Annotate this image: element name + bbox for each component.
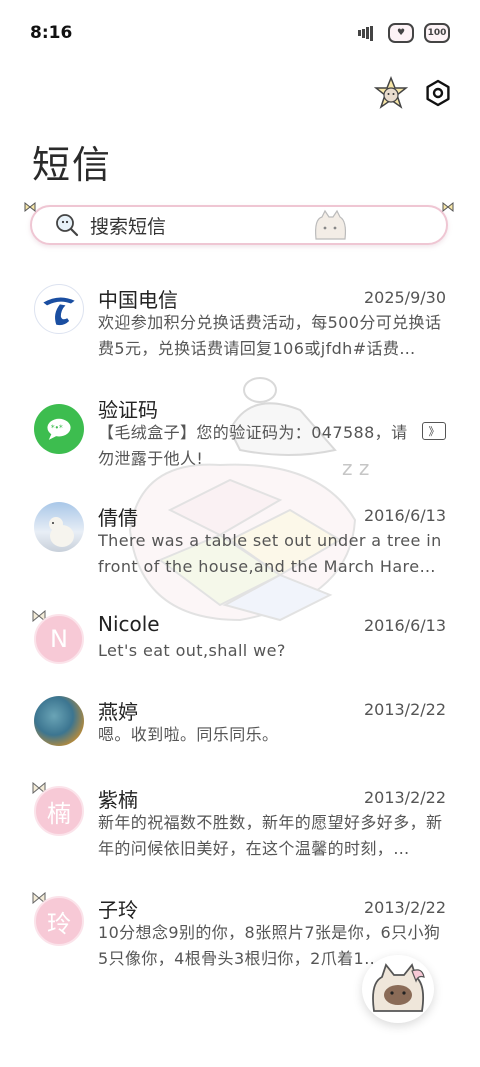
conversation-date: 2025/9/30 [363, 288, 446, 307]
conversation-item[interactable]: 楠 紫楠 2013/2/22 新年的祝福数不胜数，新年的愿望好多好多，新年的问候… [0, 772, 480, 882]
header-actions [374, 76, 452, 110]
conversation-preview: Let's eat out,shall we? [98, 641, 286, 660]
conversation-name: 紫楠 [98, 788, 138, 812]
polar-bear-avatar [34, 502, 84, 552]
conversation-preview: 新年的祝福数不胜数，新年的愿望好多好多，新年的问候依旧美好，在这个温馨的时刻，… [98, 813, 443, 858]
status-time: 8:16 [30, 23, 73, 43]
conversation-preview: 【毛绒盒子】您的验证码为：047588，请勿泄露于他人! [98, 423, 408, 468]
conversation-date: 2013/2/22 [363, 898, 446, 917]
conversation-item[interactable]: 中国电信 2025/9/30 欢迎参加积分兑换话费活动，每500分可兑换话费5元… [0, 270, 480, 380]
avatar: 楠 [34, 786, 84, 836]
search-icon [56, 214, 79, 237]
svg-text:*•*: *•* [51, 423, 63, 432]
conversation-date: 2016/6/13 [363, 506, 446, 525]
conversation-item[interactable]: *•* 验证码 》 【毛绒盒子】您的验证码为：047588，请勿泄露于他人! [0, 380, 480, 490]
avatar: 玲 [34, 896, 84, 946]
compose-button[interactable] [362, 955, 434, 1023]
conversation-date: 2016/6/13 [363, 616, 446, 635]
bow-icon [24, 201, 36, 213]
conversation-preview: 嗯。收到啦。同乐同乐。 [98, 725, 279, 744]
conversation-name: 中国电信 [98, 288, 178, 312]
conversation-preview: There was a table set out under a tree i… [98, 531, 442, 576]
landscape-avatar [34, 696, 84, 746]
conversation-preview: 欢迎参加积分兑换话费活动，每500分可兑换话费5元，兑换话费请回复106或jfd… [98, 313, 442, 358]
avatar-letter: N [50, 625, 68, 653]
conversation-item[interactable]: 燕婷 2013/2/22 嗯。收到啦。同乐同乐。 [0, 682, 480, 772]
signal-icon [354, 23, 378, 43]
heart-icon: ♥ [388, 23, 414, 43]
battery-text: 100 [427, 28, 447, 38]
conversation-name: 倩倩 [98, 506, 138, 530]
conversation-item[interactable]: 倩倩 2016/6/13 There was a table set out u… [0, 490, 480, 600]
bow-icon [442, 201, 454, 213]
china-telecom-logo-icon [34, 284, 84, 334]
cat-decoration-icon [315, 209, 347, 240]
avatar-letter: 楠 [47, 799, 71, 828]
search-placeholder: 搜索短信 [90, 215, 167, 238]
message-bubble-icon: *•* [34, 404, 84, 454]
conversation-name: 燕婷 [98, 700, 138, 724]
status-bar: 8:16 ♥ 100 [0, 0, 480, 66]
conversation-list: 中国电信 2025/9/30 欢迎参加积分兑换话费活动，每500分可兑换话费5元… [0, 270, 480, 992]
conversation-item[interactable]: N Nicole 2016/6/13 Let's eat out,shall w… [0, 600, 480, 682]
conversation-name: Nicole [98, 612, 160, 636]
conversation-date: 2013/2/22 [363, 700, 446, 719]
page-title: 短信 [32, 143, 113, 187]
search-bar[interactable]: 搜索短信 [24, 201, 454, 245]
battery-icon: 100 [424, 23, 450, 43]
conversation-date: 2013/2/22 [363, 788, 446, 807]
conversation-name: 子玲 [98, 898, 138, 922]
sticker-icon[interactable] [374, 76, 408, 110]
status-icons: ♥ 100 [354, 23, 450, 43]
settings-icon[interactable] [424, 79, 452, 107]
avatar-letter: 玲 [47, 909, 71, 938]
compose-cat-icon [372, 963, 425, 1012]
avatar: N [34, 614, 84, 664]
badge-text: 》 [428, 425, 440, 438]
conversation-name: 验证码 [98, 398, 158, 422]
verification-badge-icon: 》 [422, 422, 446, 440]
